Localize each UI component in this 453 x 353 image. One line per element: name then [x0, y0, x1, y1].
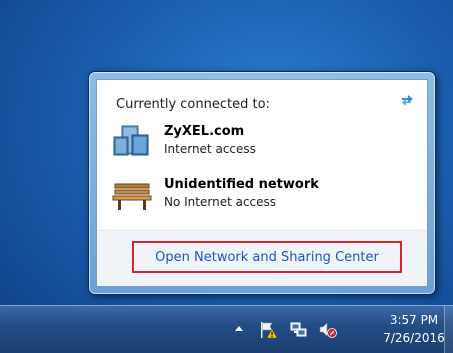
network-popup: Currently connected to: ZyXEL.com Intern…	[88, 71, 436, 295]
network-popup-content: Currently connected to: ZyXEL.com Intern…	[96, 79, 428, 287]
show-desktop-button[interactable]	[444, 306, 453, 353]
network-item-unidentified[interactable]: Unidentified network No Internet access	[112, 176, 412, 216]
popup-footer: Open Network and Sharing Center	[97, 230, 427, 286]
network-item-zyxel[interactable]: ZyXEL.com Internet access	[112, 123, 412, 163]
open-network-sharing-center-link[interactable]: Open Network and Sharing Center	[132, 241, 402, 273]
system-clock[interactable]: 3:57 PM 7/26/2016	[381, 311, 447, 347]
clock-time: 3:57 PM	[389, 313, 439, 327]
public-network-bench-icon	[112, 176, 152, 212]
network-name: ZyXEL.com	[164, 124, 245, 139]
network-status: Internet access	[164, 142, 256, 156]
action-center-flag-warning-icon[interactable]	[259, 321, 279, 339]
network-name: Unidentified network	[164, 177, 319, 192]
taskbar: 3:57 PM 7/26/2016	[0, 305, 453, 353]
network-status: No Internet access	[164, 195, 277, 209]
volume-muted-icon[interactable]	[318, 321, 338, 338]
clock-date: 7/26/2016	[383, 331, 445, 345]
refresh-icon[interactable]	[399, 92, 417, 106]
network-icon[interactable]	[290, 321, 308, 337]
domain-network-icon	[112, 123, 152, 159]
currently-connected-label: Currently connected to:	[116, 97, 270, 112]
show-hidden-icons-arrow[interactable]	[234, 321, 244, 337]
